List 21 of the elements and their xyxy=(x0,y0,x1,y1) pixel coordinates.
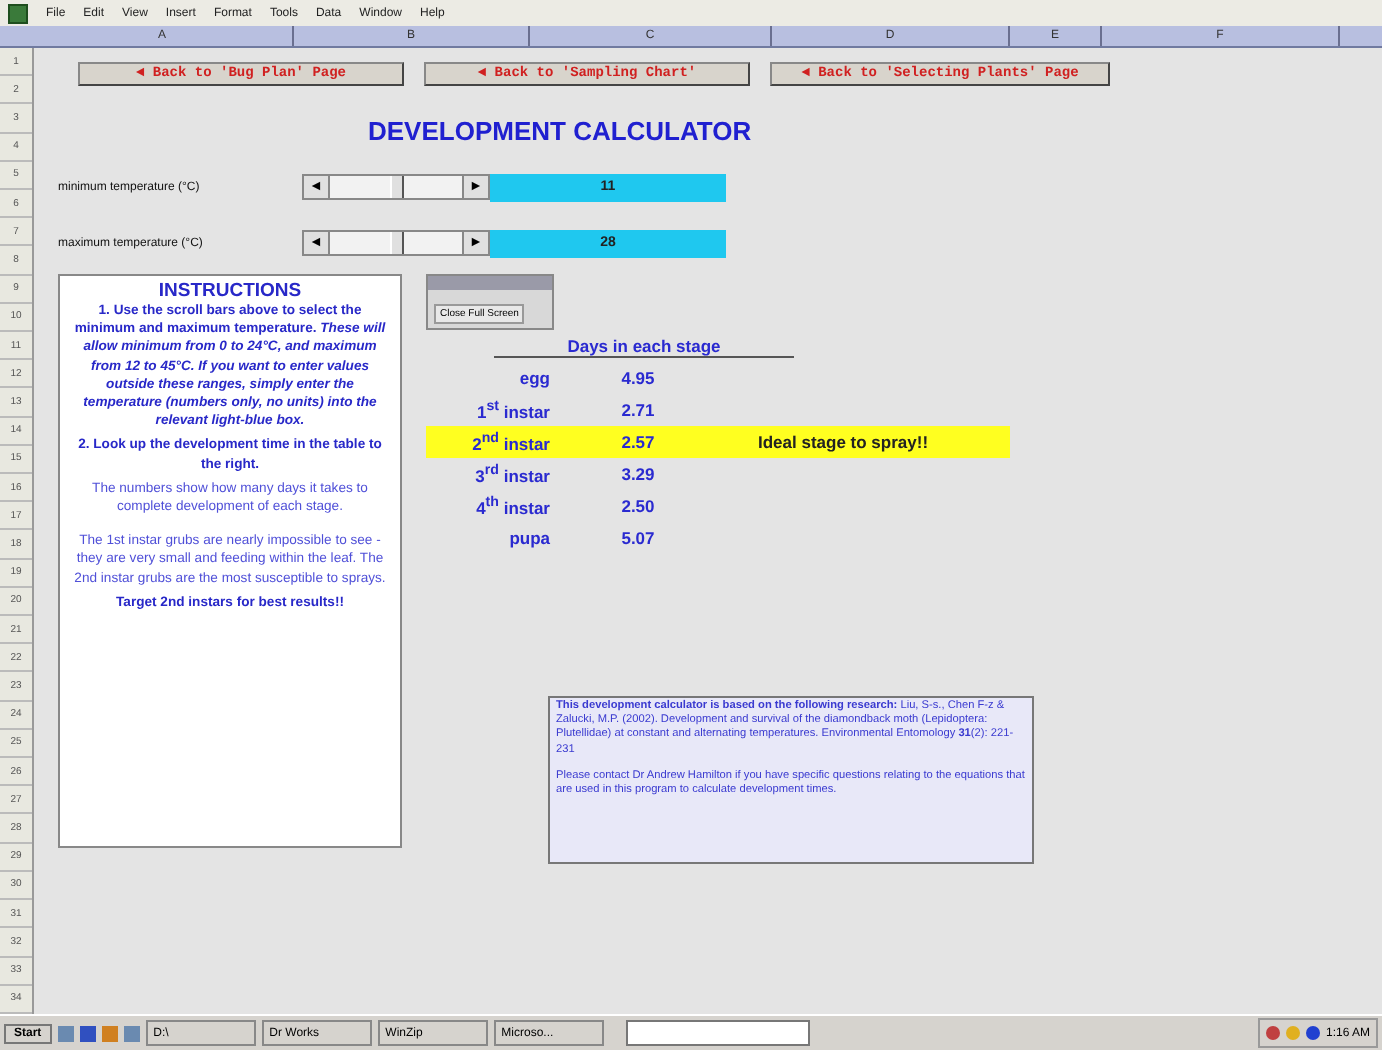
table-heading: Days in each stage xyxy=(494,336,794,358)
days-value: 4.95 xyxy=(619,368,657,388)
stage-name: 4$^{th}$ instar xyxy=(474,494,550,518)
address-field[interactable] xyxy=(625,1020,810,1046)
stage-name: 1$^{st}$ instar xyxy=(474,398,550,422)
stage-name: egg xyxy=(517,368,550,388)
page-title: DEVELOPMENT CALCULATOR xyxy=(368,116,754,146)
spreadsheet-icon[interactable] xyxy=(8,3,28,23)
scroll-thumb[interactable] xyxy=(390,176,404,198)
days-value: 2.57 xyxy=(619,432,657,452)
days-value: 3.29 xyxy=(619,464,657,484)
instructions-heading: INSTRUCTIONS xyxy=(156,280,304,302)
stage-name: 2$^{nd}$ instar xyxy=(470,430,550,454)
stage-name: 3$^{rd}$ instar xyxy=(473,462,550,486)
spray-note: Ideal stage to spray!! xyxy=(758,432,929,452)
stage-name: pupa xyxy=(507,528,550,548)
days-value: 2.50 xyxy=(619,496,657,516)
toolbar-title-bar xyxy=(428,276,552,290)
days-value: 2.71 xyxy=(619,400,657,420)
scroll-thumb[interactable] xyxy=(390,232,404,254)
days-value: 5.07 xyxy=(619,528,657,548)
